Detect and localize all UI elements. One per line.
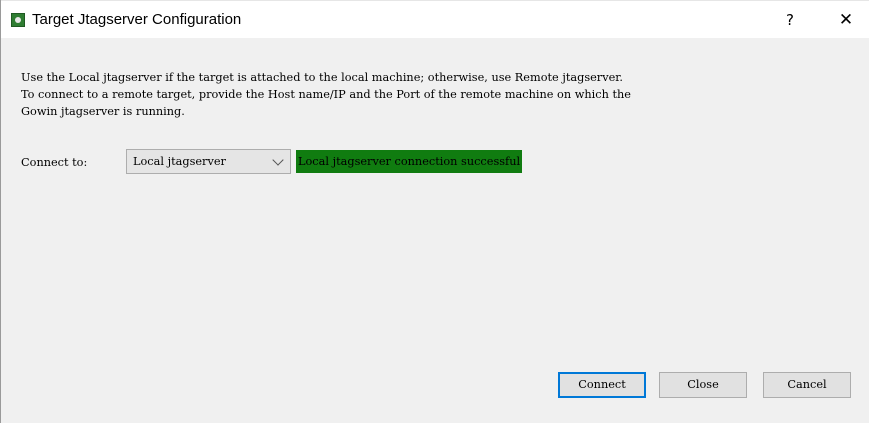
- description-line-1: Use the Local jtagserver if the target i…: [21, 71, 624, 84]
- close-button[interactable]: Close: [659, 372, 747, 398]
- close-window-button[interactable]: ✕: [823, 1, 869, 39]
- dialog-content: Use the Local jtagserver if the target i…: [1, 38, 869, 423]
- connect-to-label: Connect to:: [21, 156, 88, 169]
- connect-button[interactable]: Connect: [558, 372, 646, 398]
- chevron-down-icon: [272, 154, 284, 166]
- connect-to-dropdown[interactable]: Local jtagserver: [126, 149, 291, 174]
- description-line-2: To connect to a remote target, provide t…: [21, 88, 631, 101]
- connect-to-selected-value: Local jtagserver: [133, 155, 226, 168]
- description-line-3: Gowin jtagserver is running.: [21, 105, 185, 118]
- connection-status: Local jtagserver connection successful: [296, 150, 523, 173]
- title-bar: Target Jtagserver Configuration ? ✕: [1, 0, 869, 39]
- description-text: Use the Local jtagserver if the target i…: [21, 69, 861, 120]
- cancel-button[interactable]: Cancel: [763, 372, 851, 398]
- help-button[interactable]: ?: [767, 1, 813, 39]
- window-title: Target Jtagserver Configuration: [32, 11, 242, 28]
- dialog-window: Target Jtagserver Configuration ? ✕ Use …: [0, 0, 869, 423]
- app-icon: [11, 13, 25, 27]
